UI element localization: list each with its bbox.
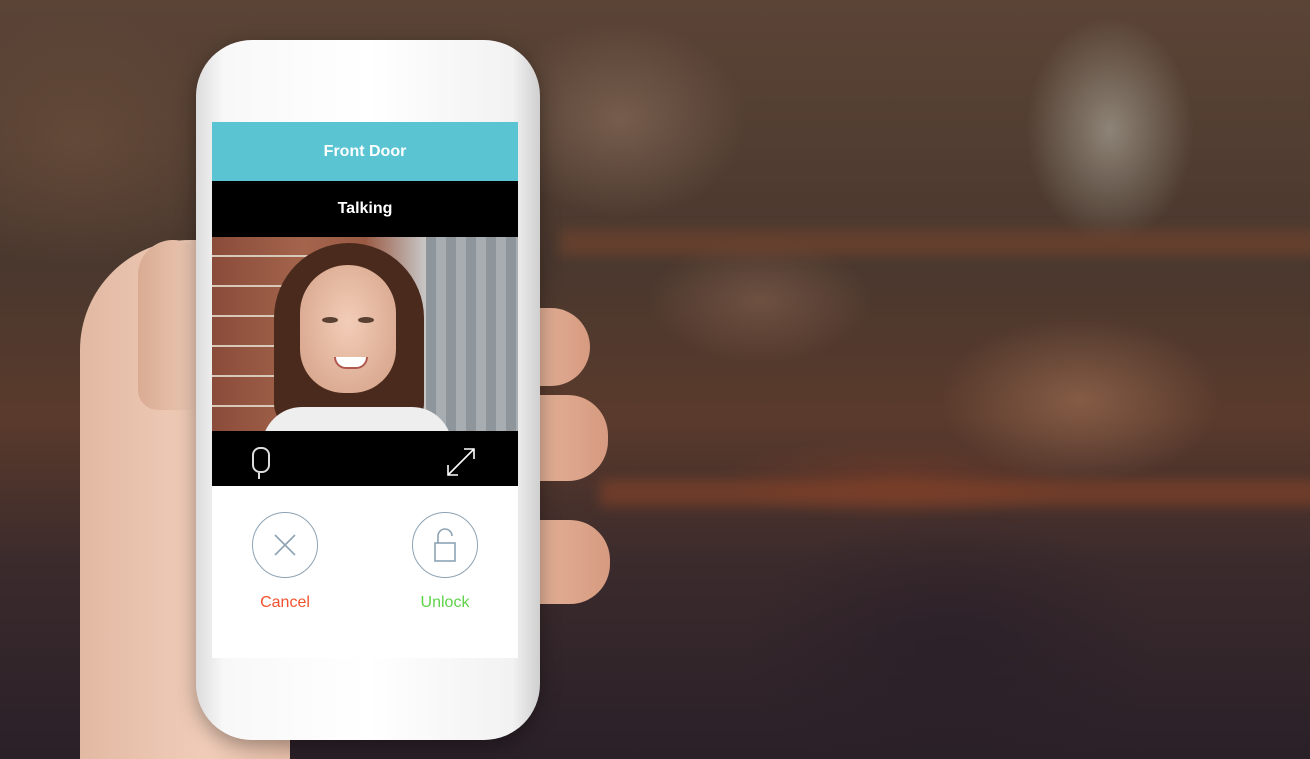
unlock-label: Unlock	[420, 594, 470, 611]
page-title: Front Door	[323, 142, 407, 160]
background-shelf	[560, 230, 1310, 256]
window-shutter	[426, 237, 518, 431]
smile	[334, 357, 368, 369]
eye	[322, 317, 338, 323]
visitor-face	[300, 265, 396, 393]
action-area: Cancel Unlock	[212, 486, 518, 658]
title-bar: Front Door	[212, 122, 518, 181]
finger	[530, 395, 608, 481]
microphone-icon[interactable]	[252, 447, 270, 479]
cancel-label: Cancel	[260, 594, 310, 611]
call-status: Talking	[337, 200, 393, 217]
cancel-button[interactable]: Cancel	[240, 512, 330, 612]
call-controls-bar	[212, 431, 518, 486]
expand-icon[interactable]	[444, 445, 478, 479]
finger	[530, 520, 610, 604]
call-status-bar: Talking	[212, 181, 518, 237]
eye	[358, 317, 374, 323]
close-icon[interactable]	[252, 512, 318, 578]
background-shelf	[600, 480, 1310, 506]
visitor-shoulders	[262, 407, 452, 431]
unlock-button[interactable]: Unlock	[400, 512, 490, 612]
phone-screen: Front Door Talking Cancel Unlock	[212, 122, 518, 658]
unlock-icon[interactable]	[412, 512, 478, 578]
video-feed	[212, 237, 518, 431]
